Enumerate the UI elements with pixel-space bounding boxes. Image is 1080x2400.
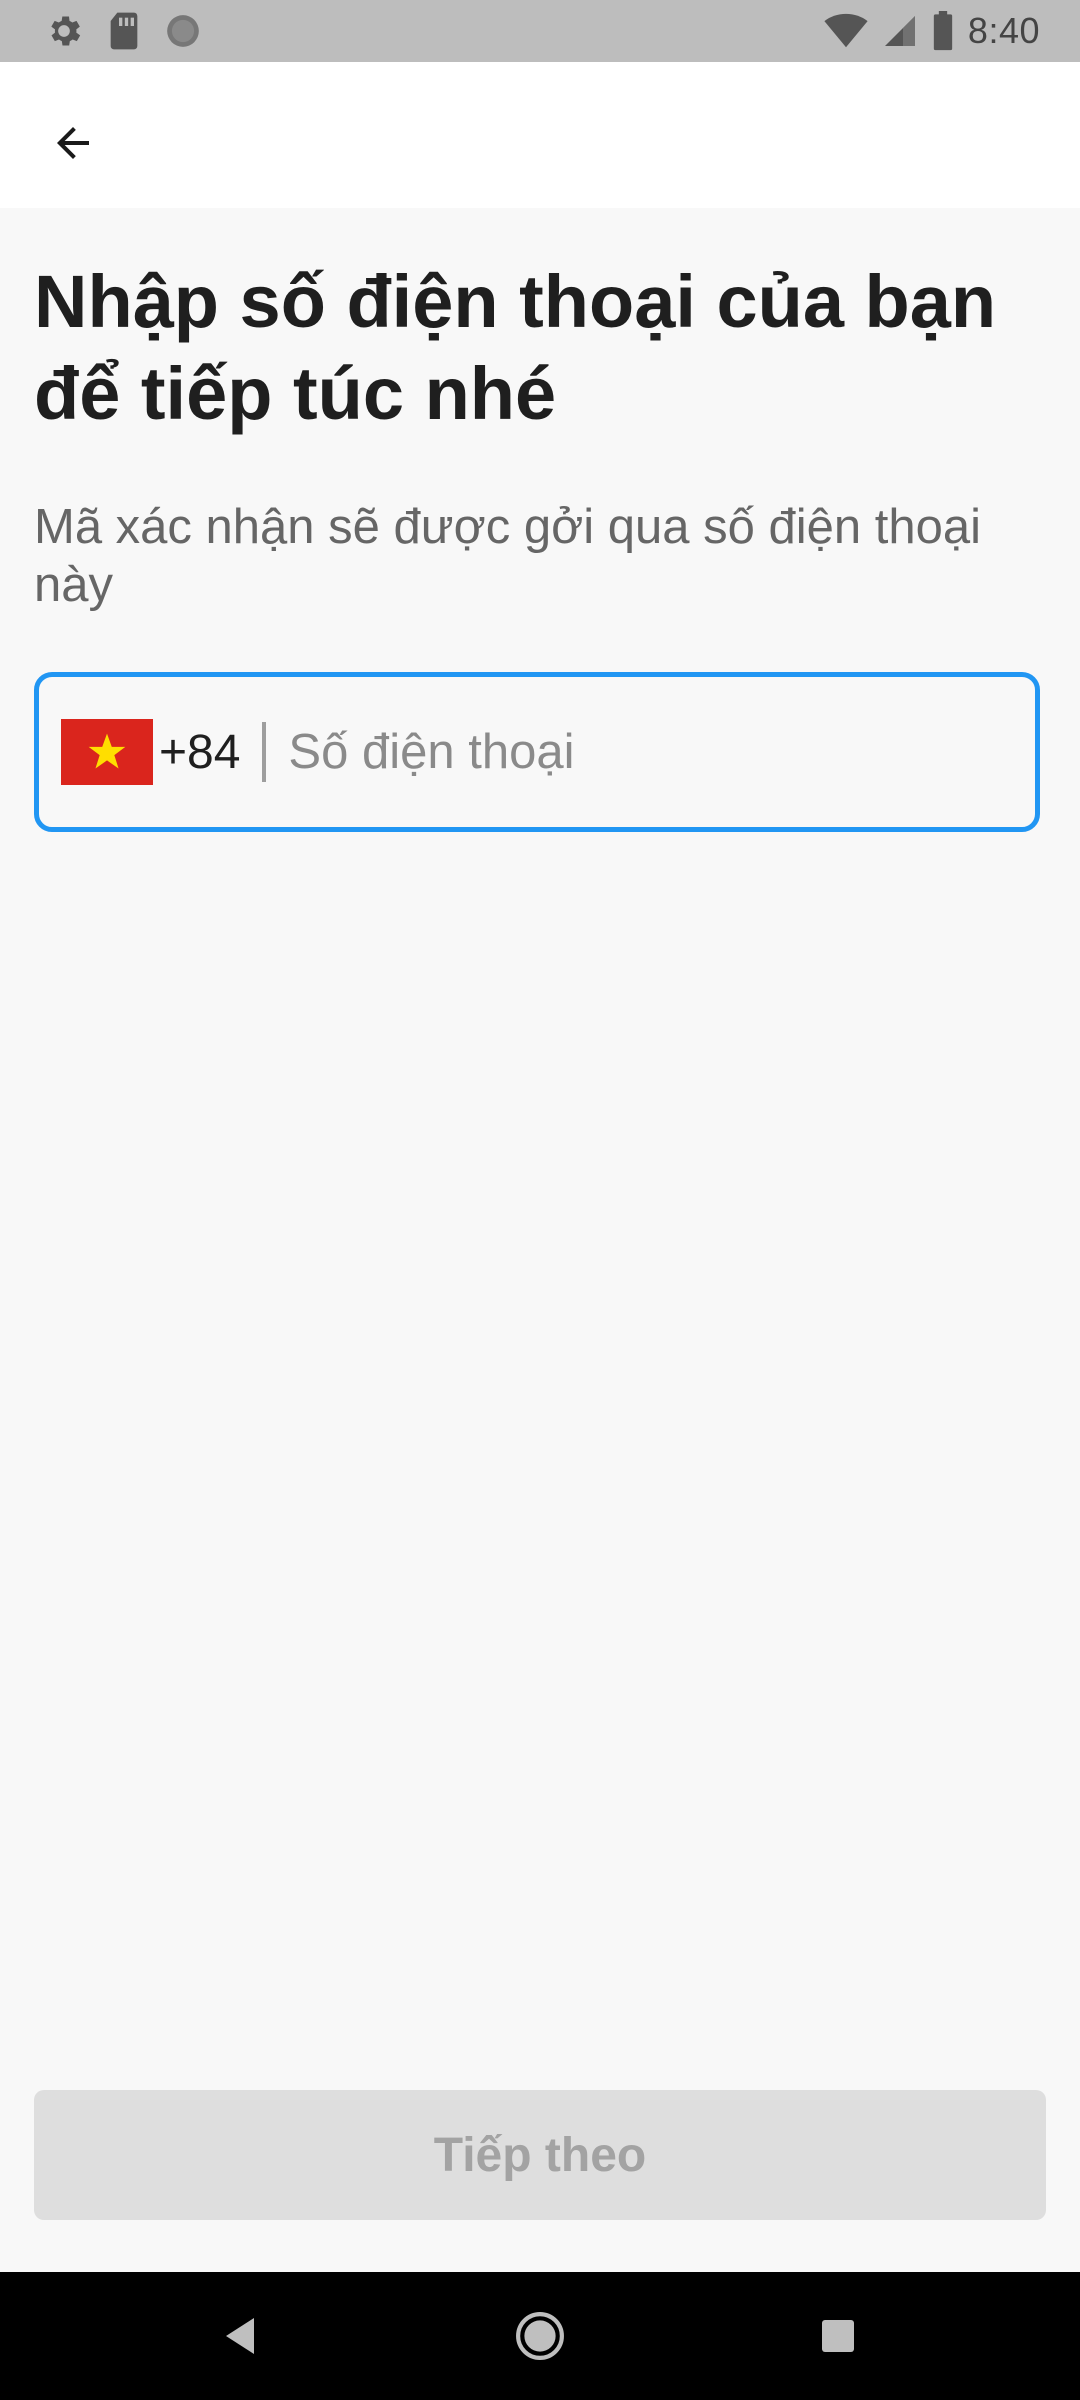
nav-recents-button[interactable] xyxy=(778,2272,898,2400)
system-nav-bar xyxy=(0,2272,1080,2400)
phone-number-input[interactable] xyxy=(288,677,1035,827)
arrow-left-icon xyxy=(57,127,89,159)
next-button[interactable]: Tiếp theo xyxy=(34,2090,1046,2220)
circle-status-icon xyxy=(167,15,199,47)
recents-square-icon xyxy=(822,2320,854,2352)
battery-icon xyxy=(933,11,953,51)
star-icon xyxy=(88,733,126,769)
status-right-icons: 8:40 xyxy=(824,0,1040,62)
phone-number-field[interactable]: +84 xyxy=(34,672,1040,832)
back-triangle-icon xyxy=(226,2318,254,2354)
phone-entry-screen: 8:40 Nhập số điện thoại của bạn để tiếp … xyxy=(0,0,1080,2400)
status-bar: 8:40 xyxy=(0,0,1080,62)
vietnam-flag-icon xyxy=(61,719,153,785)
field-divider xyxy=(262,722,267,782)
nav-home-button[interactable] xyxy=(480,2272,600,2400)
app-bar xyxy=(0,62,1080,208)
country-code-selector[interactable]: +84 xyxy=(61,677,240,827)
cellular-icon xyxy=(884,16,915,46)
gear-icon xyxy=(51,16,81,46)
nav-back-button[interactable] xyxy=(180,2272,300,2400)
dial-code: +84 xyxy=(159,725,241,779)
page-subtitle: Mã xác nhận sẽ được gởi qua số điện thoạ… xyxy=(34,500,981,612)
sd-card-icon xyxy=(110,12,138,50)
status-time: 8:40 xyxy=(967,10,1040,51)
back-button[interactable] xyxy=(30,100,116,186)
wifi-icon xyxy=(824,13,868,48)
home-circle-icon xyxy=(516,2312,564,2360)
status-left-icons xyxy=(44,0,202,62)
page-title: Nhập số điện thoại của bạn để tiếp túc n… xyxy=(34,260,997,435)
